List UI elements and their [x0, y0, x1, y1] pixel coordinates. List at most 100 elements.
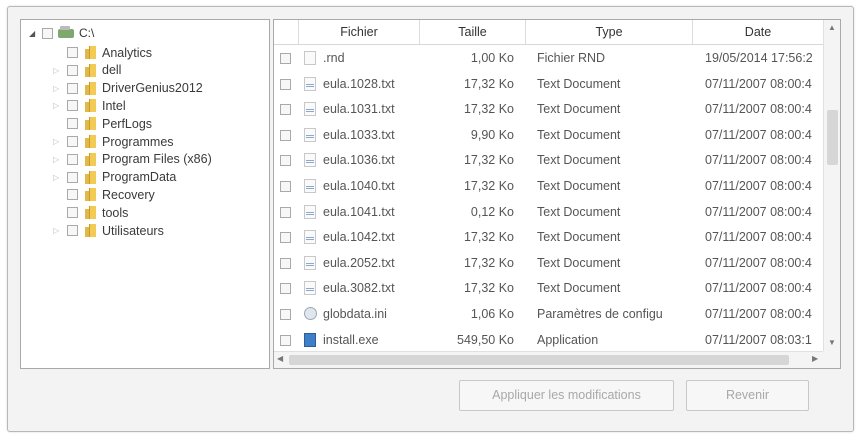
file-type: Text Document — [537, 102, 621, 117]
file-row-checkbox[interactable] — [280, 155, 291, 167]
file-row-checkbox[interactable] — [280, 78, 291, 90]
header-fichier[interactable]: Fichier — [298, 20, 419, 44]
file-row-checkbox[interactable] — [280, 206, 291, 218]
tree-item[interactable]: tools — [67, 204, 128, 221]
file-size: 1,00 Ko — [470, 51, 514, 65]
file-date: 07/11/2007 08:03:1 — [705, 332, 812, 347]
text-file-icon — [304, 230, 316, 245]
text-file-icon — [304, 153, 316, 168]
horizontal-scrollbar[interactable]: ◀ ▶ — [274, 351, 823, 368]
file-date: 07/11/2007 08:00:4 — [705, 102, 812, 117]
file-row[interactable]: eula.1028.txt 17,32 Ko Text Document 07/11/… — [274, 71, 823, 97]
tree-root-label: C:\ — [79, 26, 95, 40]
horizontal-scroll-thumb[interactable] — [289, 355, 789, 365]
file-row[interactable]: eula.2052.txt 17,32 Ko Text Document 07/11/… — [274, 250, 823, 276]
file-row-checkbox[interactable] — [280, 334, 291, 346]
tree-item-label: ProgramData — [102, 170, 177, 185]
tree-item-checkbox[interactable] — [67, 171, 78, 183]
tree-item-label: Intel — [102, 98, 126, 113]
apply-changes-button[interactable]: Appliquer les modifications — [459, 380, 674, 411]
tree-item-checkbox[interactable] — [67, 82, 78, 94]
expand-arrow-icon[interactable]: ▷ — [53, 84, 59, 93]
file-type: Text Document — [537, 230, 621, 245]
vertical-scroll-thumb[interactable] — [827, 110, 838, 165]
tree-item-checkbox[interactable] — [67, 225, 78, 236]
file-name: eula.2052.txt — [323, 255, 395, 270]
header-taille[interactable]: Taille — [419, 20, 525, 44]
scroll-left-icon[interactable]: ◀ — [277, 354, 283, 363]
file-row-checkbox[interactable] — [280, 309, 291, 320]
file-row[interactable]: eula.1031.txt 17,32 Ko Text Document 07/11/… — [274, 96, 823, 122]
expand-arrow-icon[interactable]: ▷ — [53, 173, 59, 182]
revert-button[interactable]: Revenir — [686, 380, 809, 411]
tree-item-checkbox[interactable] — [67, 207, 78, 219]
tree-item-checkbox[interactable] — [67, 118, 78, 130]
tree-item-checkbox[interactable] — [67, 47, 78, 58]
blank-file-icon — [304, 51, 316, 65]
tree-item-checkbox[interactable] — [67, 100, 78, 112]
scroll-down-icon[interactable]: ▼ — [828, 338, 836, 347]
tree-root-checkbox[interactable] — [42, 27, 53, 39]
tree-item[interactable]: ▷ dell — [53, 62, 121, 79]
file-row-checkbox[interactable] — [280, 104, 291, 116]
file-row[interactable]: globdata.ini 1,06 Ko Paramètres de configu… — [274, 301, 823, 327]
collapse-arrow-icon[interactable]: ◢ — [29, 29, 37, 38]
file-row-checkbox[interactable] — [280, 53, 291, 64]
header-date[interactable]: Date — [692, 20, 823, 44]
file-size: 549,50 Ko — [457, 332, 514, 347]
tree-item[interactable]: PerfLogs — [67, 115, 152, 132]
folder-icon — [84, 46, 96, 59]
file-row-checkbox[interactable] — [280, 129, 291, 141]
file-size: 17,32 Ko — [463, 102, 514, 117]
expand-arrow-icon[interactable]: ▷ — [53, 137, 59, 146]
tree-item-label: Analytics — [102, 45, 153, 60]
file-row[interactable]: eula.1033.txt 9,90 Ko Text Document 07/11/2… — [274, 122, 823, 148]
header-select-column — [274, 20, 298, 44]
vertical-scrollbar[interactable]: ▲ ▼ — [823, 20, 840, 351]
scroll-up-icon[interactable]: ▲ — [828, 23, 836, 32]
tree-item-checkbox[interactable] — [67, 136, 78, 147]
folder-icon — [84, 135, 96, 148]
expand-arrow-icon[interactable]: ▷ — [53, 66, 59, 75]
file-row-checkbox[interactable] — [280, 283, 291, 295]
file-row[interactable]: .rnd 1,00 Ko Fichier RND 19/05/2014 17:56:2 — [274, 45, 823, 71]
file-row-checkbox[interactable] — [280, 257, 291, 269]
tree-item[interactable]: ▷ Intel — [53, 97, 126, 114]
scroll-right-icon[interactable]: ▶ — [812, 354, 818, 363]
file-row-checkbox[interactable] — [280, 181, 291, 192]
tree-item[interactable]: Recovery — [67, 186, 155, 203]
tree-item[interactable]: ▷ DriverGenius2012 — [53, 80, 203, 97]
file-row[interactable]: eula.3082.txt 17,32 Ko Text Document 07/11/… — [274, 275, 823, 301]
header-type[interactable]: Type — [525, 20, 692, 44]
file-name: eula.1031.txt — [323, 102, 395, 117]
file-type: Text Document — [537, 179, 621, 193]
tree-item-checkbox[interactable] — [67, 64, 78, 76]
tree-root-item[interactable]: ◢ C:\ — [29, 25, 94, 41]
file-size: 17,32 Ko — [463, 179, 514, 193]
file-row[interactable]: eula.1041.txt 0,12 Ko Text Document 07/11/2… — [274, 199, 823, 225]
file-row[interactable]: eula.1036.txt 17,32 Ko Text Document 07/11/… — [274, 147, 823, 173]
tree-item-label: Program Files (x86) — [102, 152, 212, 167]
tree-item[interactable]: ▷ ProgramData — [53, 169, 177, 186]
file-size: 17,32 Ko — [463, 281, 514, 296]
file-date: 07/11/2007 08:00:4 — [705, 281, 812, 296]
file-type: Text Document — [537, 127, 621, 142]
expand-arrow-icon[interactable]: ▷ — [53, 101, 59, 110]
file-name: eula.1041.txt — [323, 204, 395, 219]
file-type: Paramètres de configu — [537, 307, 663, 321]
tree-item[interactable]: ▷ Programmes — [53, 133, 174, 150]
tree-item-checkbox[interactable] — [67, 189, 78, 201]
expand-arrow-icon[interactable]: ▷ — [53, 155, 59, 164]
file-name: eula.1033.txt — [323, 127, 395, 142]
file-row[interactable]: install.exe 549,50 Ko Application 07/11/200… — [274, 327, 823, 353]
tree-item-checkbox[interactable] — [67, 153, 78, 165]
file-row[interactable]: eula.1040.txt 17,32 Ko Text Document 07/11/… — [274, 173, 823, 199]
file-size: 17,32 Ko — [463, 76, 514, 91]
tree-item[interactable]: ▷ Program Files (x86) — [53, 151, 212, 168]
tree-item[interactable]: ▷ Utilisateurs — [53, 222, 164, 239]
file-type: Application — [537, 332, 599, 347]
file-row[interactable]: eula.1042.txt 17,32 Ko Text Document 07/11/… — [274, 224, 823, 250]
tree-item[interactable]: Analytics — [67, 44, 152, 61]
file-row-checkbox[interactable] — [280, 232, 291, 244]
expand-arrow-icon[interactable]: ▷ — [53, 226, 59, 235]
